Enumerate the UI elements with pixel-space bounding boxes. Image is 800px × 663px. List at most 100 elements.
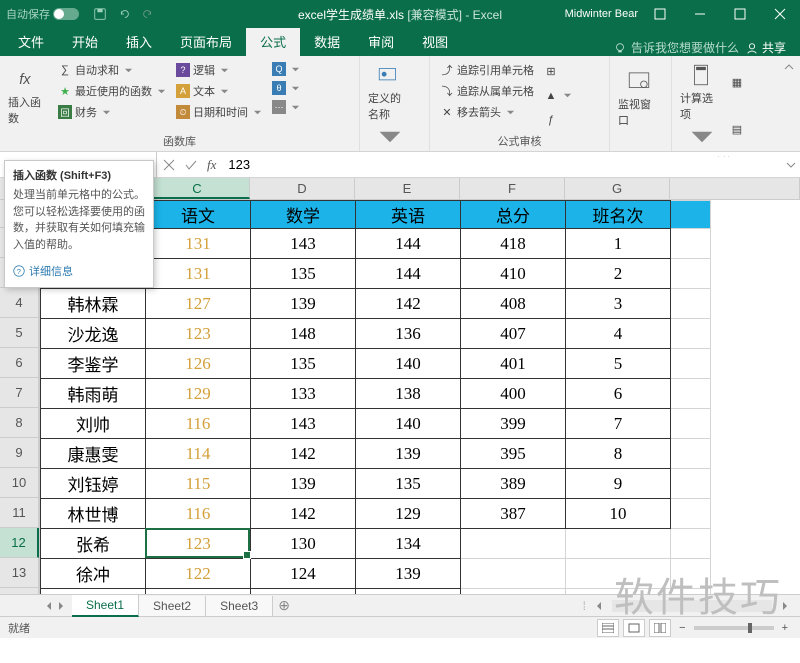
cell[interactable]: 131 [356, 589, 461, 595]
calc-sheet-button[interactable]: ▤ [726, 120, 748, 138]
col-header-F[interactable]: F [460, 178, 565, 199]
cell[interactable]: 4 [566, 319, 671, 349]
text-button[interactable]: A文本 [172, 81, 266, 101]
cell[interactable]: 118 [146, 589, 251, 595]
cell[interactable]: 116 [146, 499, 251, 529]
cell-blank[interactable] [671, 319, 711, 349]
cell[interactable]: 韩雨萌 [41, 379, 146, 409]
cell[interactable]: 林世博 [41, 499, 146, 529]
cell[interactable]: 123 [146, 529, 251, 559]
cell[interactable]: 122 [146, 559, 251, 589]
cell[interactable] [461, 589, 566, 595]
cell[interactable]: 张希 [41, 529, 146, 559]
cell[interactable]: 142 [251, 499, 356, 529]
sheet-tab-2[interactable]: Sheet2 [139, 596, 206, 616]
cell-blank[interactable] [671, 439, 711, 469]
cell[interactable]: 130 [251, 529, 356, 559]
undo-icon[interactable] [117, 7, 131, 21]
col-header-E[interactable]: E [355, 178, 460, 199]
ribbon-options-icon[interactable] [642, 0, 678, 28]
math-button[interactable]: θ [268, 79, 304, 97]
recent-functions-button[interactable]: ★最近使用的函数 [54, 81, 170, 101]
formula-input[interactable] [222, 157, 782, 172]
row-header[interactable]: 6 [0, 348, 39, 378]
fx-icon[interactable]: fx [207, 157, 216, 173]
cell[interactable] [566, 589, 671, 595]
cell-blank[interactable] [671, 229, 711, 259]
row-header[interactable]: 13 [0, 558, 39, 588]
cell[interactable]: 144 [356, 229, 461, 259]
cell[interactable]: 徐冲 [41, 559, 146, 589]
cell-hdr-rank[interactable]: 班名次 [566, 201, 671, 229]
cell[interactable]: 123 [146, 319, 251, 349]
cell-blank[interactable] [671, 379, 711, 409]
row-header[interactable]: 9 [0, 438, 39, 468]
cell[interactable]: 395 [461, 439, 566, 469]
cell[interactable]: 115 [146, 469, 251, 499]
expand-formula-bar-button[interactable] [782, 160, 800, 170]
tab-file[interactable]: 文件 [4, 27, 58, 56]
col-header-D[interactable]: D [250, 178, 355, 199]
cell[interactable]: 144 [356, 259, 461, 289]
cell[interactable]: 140 [356, 409, 461, 439]
cell[interactable]: 148 [251, 319, 356, 349]
cell[interactable]: 5 [566, 349, 671, 379]
tab-layout[interactable]: 页面布局 [166, 27, 246, 56]
tooltip-more-info-link[interactable]: ? 详细信息 [13, 263, 145, 279]
financial-button[interactable]: 回财务 [54, 102, 170, 122]
cell-hdr-yingyu[interactable]: 英语 [356, 201, 461, 229]
cell-blank[interactable] [671, 259, 711, 289]
datetime-button[interactable]: ⏲日期和时间 [172, 102, 266, 122]
maximize-button[interactable] [722, 0, 758, 28]
scroll-left-icon[interactable] [594, 601, 604, 611]
cell-hdr-shuxue[interactable]: 数学 [251, 201, 356, 229]
insert-function-button[interactable]: fx 插入函数 [6, 60, 52, 131]
tab-formulas[interactable]: 公式 [246, 27, 300, 56]
cell[interactable]: 131 [146, 229, 251, 259]
user-name[interactable]: Midwinter Bear [565, 8, 638, 20]
cell[interactable] [461, 559, 566, 589]
cell[interactable]: 407 [461, 319, 566, 349]
cell[interactable]: 400 [461, 379, 566, 409]
sheet-tab-1[interactable]: Sheet1 [72, 595, 139, 617]
cell[interactable]: 410 [461, 259, 566, 289]
cell-blank[interactable] [671, 349, 711, 379]
cell-blank[interactable] [671, 589, 711, 595]
cell-blank[interactable] [671, 559, 711, 589]
col-header-blank[interactable] [670, 178, 800, 199]
cell[interactable]: 133 [251, 379, 356, 409]
cancel-icon[interactable] [163, 159, 175, 171]
col-header-G[interactable]: G [565, 178, 670, 199]
page-layout-view-button[interactable] [623, 619, 645, 637]
page-break-view-button[interactable] [649, 619, 671, 637]
cell[interactable]: 136 [251, 589, 356, 595]
calc-options-button[interactable]: 计算选项 [678, 60, 724, 152]
calc-now-button[interactable]: ▦ [726, 74, 748, 92]
cell-hdr-zongfen[interactable]: 总分 [461, 201, 566, 229]
cell[interactable]: 129 [146, 379, 251, 409]
row-header[interactable]: 8 [0, 408, 39, 438]
logical-button[interactable]: ?逻辑 [172, 60, 266, 80]
tab-insert[interactable]: 插入 [112, 27, 166, 56]
row-header[interactable]: 14 [0, 588, 39, 594]
cell[interactable]: 7 [566, 409, 671, 439]
sheet-tab-3[interactable]: Sheet3 [206, 596, 273, 616]
autosum-button[interactable]: ∑自动求和 [54, 60, 170, 80]
cell[interactable]: 124 [251, 559, 356, 589]
cell[interactable]: 9 [566, 469, 671, 499]
cell[interactable]: 139 [251, 469, 356, 499]
cell[interactable]: 沙龙逸 [41, 319, 146, 349]
tab-home[interactable]: 开始 [58, 27, 112, 56]
row-header[interactable]: 10 [0, 468, 39, 498]
tab-view[interactable]: 视图 [408, 27, 462, 56]
cell[interactable]: 114 [146, 439, 251, 469]
save-icon[interactable] [93, 7, 107, 21]
cell[interactable]: 399 [461, 409, 566, 439]
cell[interactable]: 139 [356, 439, 461, 469]
cell[interactable]: 408 [461, 289, 566, 319]
cell[interactable]: 135 [251, 349, 356, 379]
trace-dependents-button[interactable]: ⤵追踪从属单元格 [436, 81, 538, 101]
zoom-slider[interactable] [694, 626, 774, 630]
cell-blank[interactable] [671, 409, 711, 439]
row-header[interactable]: 7 [0, 378, 39, 408]
